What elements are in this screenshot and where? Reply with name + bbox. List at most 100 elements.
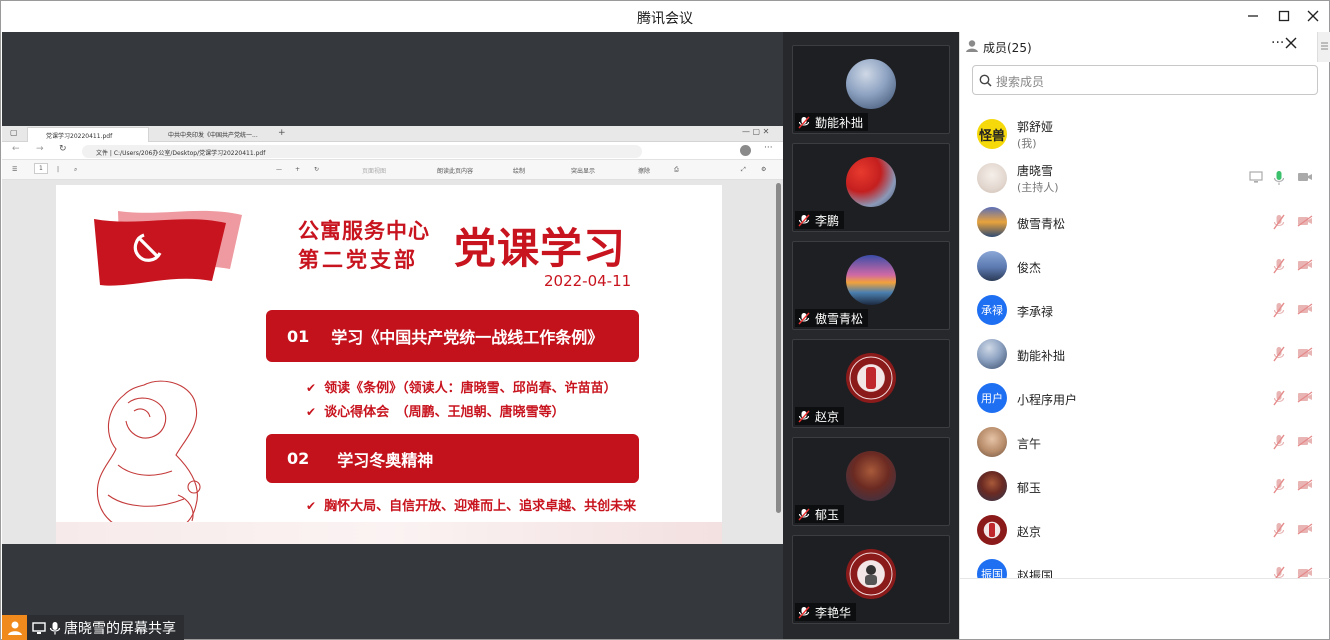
- member-search-input[interactable]: 搜索成员: [996, 73, 1044, 90]
- mic-muted-icon: [798, 508, 810, 520]
- avatar: [977, 515, 1007, 545]
- members-footer-divider: [960, 578, 1330, 579]
- camera-off-icon[interactable]: [1297, 215, 1313, 227]
- mic-muted-icon[interactable]: [1273, 434, 1285, 450]
- minimize-icon: [1248, 15, 1258, 17]
- camera-off-icon[interactable]: [1297, 303, 1313, 315]
- members-title: 成员(25): [983, 41, 1032, 55]
- maximize-button[interactable]: [1272, 5, 1296, 27]
- member-search-box[interactable]: 搜索成员: [972, 65, 1318, 95]
- member-name: 傲雪青松: [1017, 217, 1066, 231]
- members-header: 成员(25) ···: [960, 32, 1330, 62]
- mic-muted-icon: [798, 410, 810, 422]
- rotate-icon: ↻: [314, 166, 320, 173]
- checkmark-icon: ✔: [306, 499, 317, 513]
- member-row[interactable]: 郁玉: [960, 466, 1330, 510]
- mic-muted-icon[interactable]: [1273, 566, 1285, 578]
- browser-tab: 党课学习20220411.pdf: [27, 127, 149, 142]
- members-icon: [966, 40, 978, 52]
- camera-off-icon[interactable]: [1297, 259, 1313, 271]
- avatar: [846, 255, 896, 305]
- avatar: 用户: [977, 383, 1007, 413]
- screen-share-area[interactable]: 党课学习20220411.pdf 中共中央印发《中国共产党统一... + ▢ —…: [2, 32, 783, 639]
- member-row[interactable]: 承禄 李承禄: [960, 290, 1330, 334]
- pdf-page-total: |: [57, 166, 60, 173]
- mic-on-icon[interactable]: [1273, 170, 1285, 186]
- close-panel-button[interactable]: [1285, 37, 1297, 49]
- slide-bottom-decoration: [56, 522, 722, 544]
- avatar: [846, 353, 896, 403]
- camera-off-icon[interactable]: [1297, 567, 1313, 578]
- section1-item: ✔ 谈心得体会 （周鹏、王旭朝、唐晓雪等）: [306, 405, 565, 420]
- close-window-button[interactable]: [1301, 5, 1325, 27]
- mic-muted-icon[interactable]: [1273, 302, 1285, 318]
- mic-muted-icon[interactable]: [1273, 258, 1285, 274]
- shared-browser-window: 党课学习20220411.pdf 中共中央印发《中国共产党统一... + ▢ —…: [2, 126, 783, 544]
- party-flag-icon: [94, 210, 242, 286]
- member-row[interactable]: 勤能补拙: [960, 334, 1330, 378]
- microphone-icon: [49, 621, 61, 634]
- browser-tab-strip: 党课学习20220411.pdf 中共中央印发《中国共产党统一... + ▢ —…: [2, 126, 783, 142]
- minimize-button[interactable]: [1241, 5, 1265, 27]
- member-name: 小程序用户: [1017, 393, 1078, 407]
- forward-icon: →: [36, 144, 44, 154]
- zoom-in-icon: +: [295, 166, 301, 173]
- section2-item: ✔ 胸怀大局、自信开放、迎难而上、追求卓越、共创未来: [306, 499, 637, 514]
- section1-banner: 01 学习《中国共产党统一战线工作条例》: [266, 310, 639, 362]
- panel-menu-button[interactable]: [1317, 32, 1330, 62]
- member-row[interactable]: 言午: [960, 422, 1330, 466]
- member-row[interactable]: 怪兽 郭舒娅 (我): [960, 114, 1330, 158]
- mic-muted-icon[interactable]: [1273, 214, 1285, 230]
- avatar: 振国: [977, 559, 1007, 578]
- section1-title: 学习《中国共产党统一战线工作条例》: [331, 328, 604, 347]
- video-tile[interactable]: 郁玉: [792, 437, 950, 526]
- camera-off-icon[interactable]: [1297, 435, 1313, 447]
- video-tile[interactable]: 勤能补拙: [792, 45, 950, 134]
- member-name: 赵京: [1017, 525, 1042, 539]
- pdf-toolbar-item: 绘制: [513, 168, 526, 175]
- slide-page: 公寓服务中心 第二党支部 党课学习 2022-04-11 01 学习《中国共产党…: [56, 185, 722, 544]
- pdf-page-number: 1: [34, 163, 48, 174]
- university-seal-icon: [989, 523, 995, 537]
- pdf-scrollbar-thumb[interactable]: [776, 183, 781, 513]
- camera-off-icon[interactable]: [1297, 479, 1313, 491]
- video-tile-name: 郁玉: [795, 505, 845, 523]
- mic-muted-icon[interactable]: [1273, 346, 1285, 362]
- member-name: 唐晓雪: [1017, 164, 1054, 178]
- video-tile-name: 李艳华: [795, 603, 857, 621]
- avatar: [846, 549, 896, 599]
- member-row[interactable]: 俊杰: [960, 246, 1330, 290]
- member-name: 勤能补拙: [1017, 349, 1066, 363]
- slide-title: 党课学习: [454, 224, 627, 273]
- video-tile[interactable]: 傲雪青松: [792, 241, 950, 330]
- video-tile-name: 勤能补拙: [795, 113, 869, 131]
- camera-off-icon[interactable]: [1297, 523, 1313, 535]
- member-row[interactable]: 振国 赵振国: [960, 554, 1330, 578]
- search-icon: [979, 74, 992, 87]
- avatar: [977, 207, 1007, 237]
- video-tile[interactable]: 赵京: [792, 339, 950, 428]
- member-row[interactable]: 用户 小程序用户: [960, 378, 1330, 422]
- member-row[interactable]: 赵京: [960, 510, 1330, 554]
- avatar: [977, 339, 1007, 369]
- member-row[interactable]: 唐晓雪 (主持人): [960, 158, 1330, 202]
- camera-off-icon[interactable]: [1297, 391, 1313, 403]
- mic-muted-icon[interactable]: [1273, 390, 1285, 406]
- avatar: [846, 451, 896, 501]
- mic-muted-icon[interactable]: [1273, 522, 1285, 538]
- camera-off-icon[interactable]: [1297, 171, 1313, 183]
- avatar: [977, 471, 1007, 501]
- title-bar: 腾讯会议: [1, 1, 1329, 32]
- video-tile[interactable]: 李鹏: [792, 143, 950, 232]
- avatar: [846, 59, 896, 109]
- more-options-button[interactable]: ···: [1271, 35, 1284, 51]
- contents-icon: ☰: [12, 166, 18, 173]
- slide-date: 2022-04-11: [544, 272, 632, 290]
- mic-muted-icon[interactable]: [1273, 478, 1285, 494]
- pdf-scrollbar[interactable]: [775, 180, 782, 520]
- camera-off-icon[interactable]: [1297, 347, 1313, 359]
- checkmark-icon: ✔: [306, 405, 317, 419]
- video-tile[interactable]: 李艳华: [792, 535, 950, 624]
- mic-muted-icon: [798, 214, 810, 226]
- member-row[interactable]: 傲雪青松: [960, 202, 1330, 246]
